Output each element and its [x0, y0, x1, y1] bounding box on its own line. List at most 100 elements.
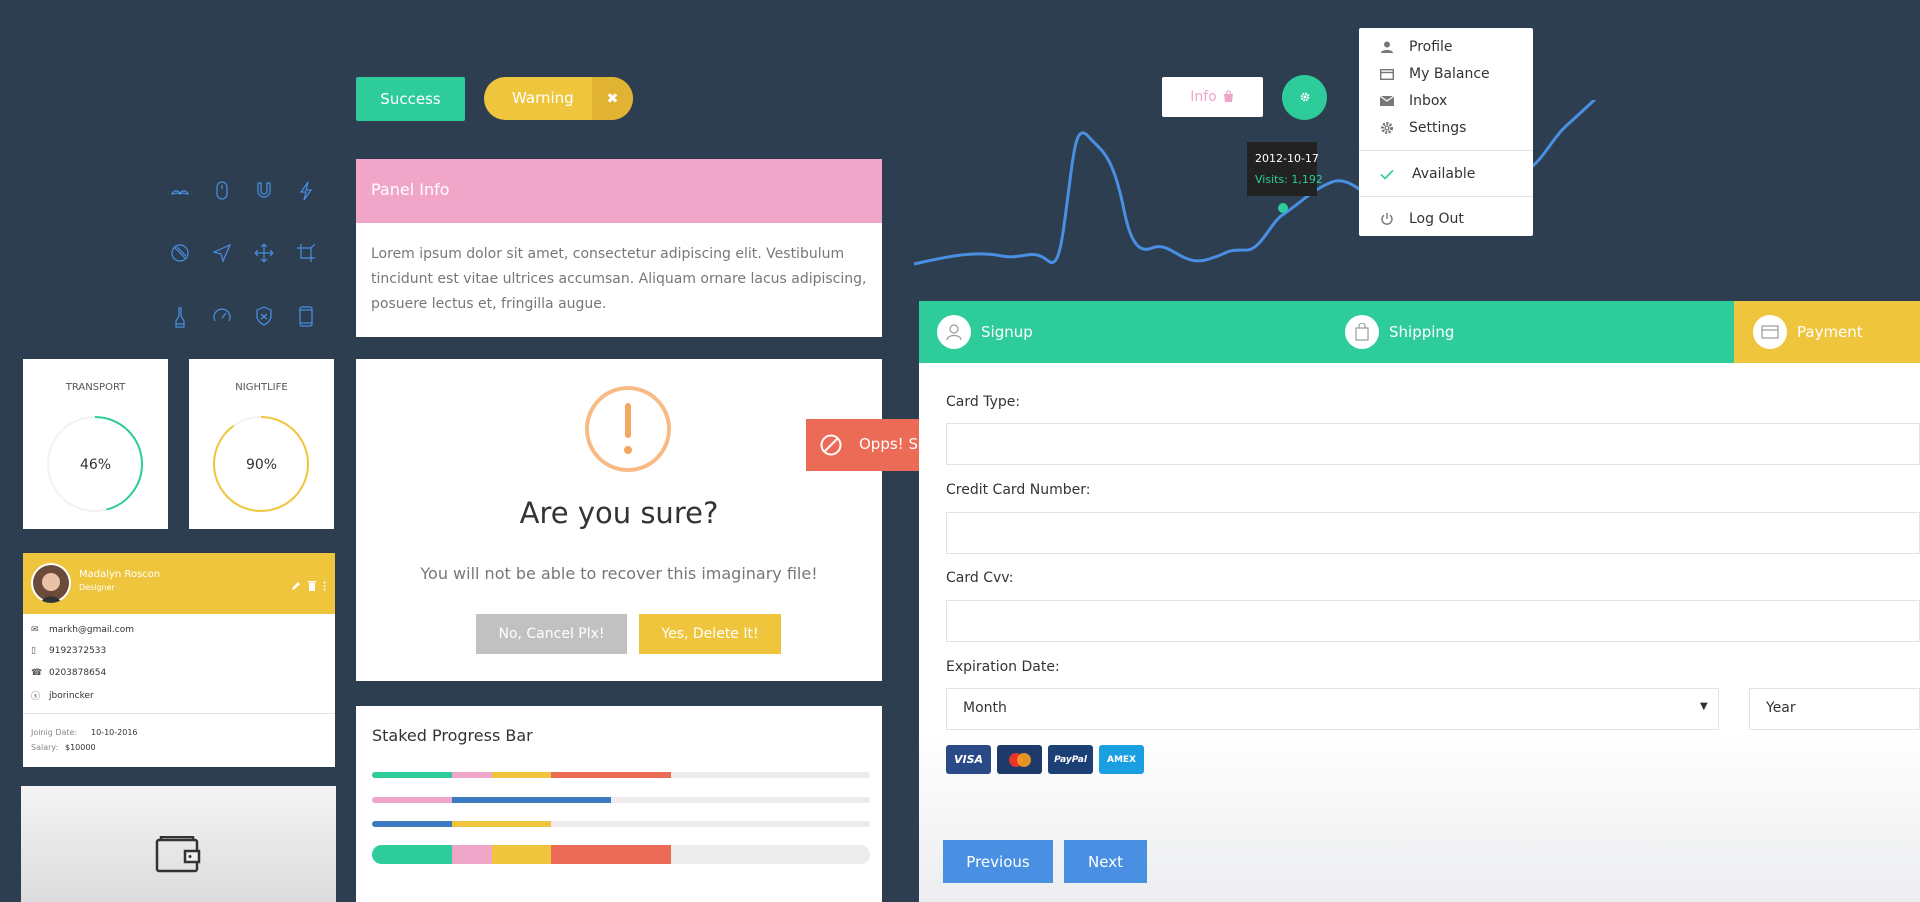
warning-label: Warning [512, 89, 574, 107]
profile-phone: 0203878654 [49, 668, 107, 678]
progress-segment [551, 845, 671, 864]
visits-point-2012-10-17[interactable] [1278, 203, 1288, 213]
tablet-icon[interactable] [296, 306, 316, 328]
profile-header: Madalyn Roscon Designer [23, 553, 335, 614]
more-icon[interactable] [323, 576, 326, 595]
confirm-title: Are you sure? [519, 496, 719, 530]
step-shipping[interactable]: Shipping [1345, 301, 1454, 363]
step-label: Shipping [1389, 323, 1455, 341]
card-icon [1753, 315, 1787, 349]
profile-role: Designer [79, 583, 115, 592]
menu-item-logout[interactable]: Log Out [1359, 206, 1533, 232]
progress-segment [372, 845, 452, 864]
salary-value: $10000 [65, 743, 96, 752]
card-cvv-input[interactable] [946, 600, 1920, 642]
menu-item-settings[interactable]: Settings [1359, 115, 1533, 141]
card-number-input[interactable] [946, 512, 1920, 554]
confirm-delete-button[interactable]: Yes, Delete It! [639, 614, 781, 654]
amex-card-icon: AMEX [1099, 745, 1144, 774]
magnet-icon[interactable] [254, 180, 274, 202]
shield-icon[interactable] [254, 306, 274, 326]
prohibited-icon[interactable] [170, 243, 190, 263]
prohibited-icon [819, 433, 843, 461]
progress-bar-3 [372, 821, 870, 827]
accepted-cards: VISA PayPal AMEX [946, 745, 1166, 774]
progress-segment [451, 772, 492, 778]
tooltip-date: 2012-10-17 [1255, 152, 1319, 165]
menu-label: Profile [1409, 39, 1453, 55]
mustache-icon[interactable] [170, 182, 190, 202]
year-select-value: Year [1766, 700, 1796, 716]
menu-item-inbox[interactable]: Inbox [1359, 88, 1533, 114]
lightning-icon[interactable] [296, 180, 316, 202]
mobile-icon: ▯ [31, 646, 36, 656]
menu-item-available[interactable]: Available [1359, 161, 1533, 187]
speedometer-icon[interactable] [212, 306, 232, 326]
wallet-icon [155, 835, 201, 878]
user-icon [1379, 39, 1395, 55]
step-payment[interactable]: Payment [1753, 301, 1863, 363]
warning-close-icon[interactable]: ✖ [592, 77, 633, 120]
menu-item-balance[interactable]: My Balance [1359, 61, 1533, 87]
power-icon [1379, 211, 1395, 227]
gauge-nightlife: NIGHTLIFE 90% [189, 359, 334, 529]
progress-bar-1 [372, 772, 870, 778]
wallet-card [21, 786, 336, 902]
card-type-select[interactable] [946, 423, 1920, 465]
progress-segment [372, 821, 452, 827]
pipette-icon[interactable] [170, 306, 190, 328]
mastercard-card-icon [997, 745, 1042, 774]
crop-icon[interactable] [296, 243, 316, 263]
menu-label: Log Out [1409, 211, 1464, 227]
success-button[interactable]: Success [356, 77, 465, 121]
menu-item-profile[interactable]: Profile [1359, 34, 1533, 60]
joining-value: 10-10-2016 [91, 728, 138, 737]
cancel-button[interactable]: No, Cancel Plx! [476, 614, 627, 654]
mouse-icon[interactable] [212, 180, 232, 202]
icon-grid [168, 178, 328, 338]
gauge-label: NIGHTLIFE [235, 382, 288, 393]
gauge-value: 90% [245, 457, 278, 473]
user-icon [937, 315, 971, 349]
progress-card: Staked Progress Bar [356, 706, 882, 902]
skype-icon: ⓢ [31, 692, 41, 702]
edit-icon[interactable] [291, 576, 301, 595]
card-type-label: Card Type: [946, 394, 1021, 410]
profile-phone-row: ☎ 0203878654 [31, 668, 106, 678]
previous-button[interactable]: Previous [943, 840, 1053, 883]
user-dropdown-menu: Profile My Balance Inbox Settings Availa… [1359, 28, 1533, 236]
profile-mobile: 9192372533 [49, 646, 107, 656]
profile-name: Madalyn Roscon [79, 569, 161, 580]
menu-divider [1359, 196, 1533, 197]
expiration-label: Expiration Date: [946, 659, 1060, 675]
profile-mobile-row: ▯ 9192372533 [31, 646, 106, 656]
month-select-value: Month [963, 700, 1007, 716]
month-select[interactable]: Month ▼ [946, 688, 1719, 730]
profile-email-row: ✉ markh@gmail.com [31, 625, 134, 635]
confirm-dialog: Are you sure? You will not be able to re… [356, 359, 882, 681]
progress-segment [491, 845, 552, 864]
step-label: Signup [981, 323, 1033, 341]
menu-label: Inbox [1409, 93, 1448, 109]
phone-icon: ☎ [31, 668, 43, 678]
chart-tooltip: 2012-10-17 Visits: 1,192 [1247, 142, 1323, 196]
trash-icon[interactable] [308, 576, 316, 595]
year-select[interactable]: Year [1749, 688, 1920, 730]
panel-info: Panel Info Lorem ipsum dolor sit amet, c… [356, 159, 882, 337]
warning-button[interactable]: Warning ✖ [484, 77, 633, 120]
step-signup[interactable]: Signup [937, 301, 1033, 363]
menu-label: My Balance [1409, 66, 1490, 82]
navigation-icon[interactable] [212, 243, 232, 263]
paypal-card-icon: PayPal [1048, 745, 1093, 774]
panel-info-header: Panel Info [356, 159, 882, 223]
move-icon[interactable] [254, 243, 274, 263]
progress-segment [451, 845, 492, 864]
panel-info-title: Panel Info [371, 180, 450, 199]
profile-card: Madalyn Roscon Designer ✉ markh@gmail.com… [23, 553, 335, 767]
gauge-label: TRANSPORT [65, 382, 126, 393]
envelope-icon: ✉ [31, 625, 39, 635]
progress-segment [451, 821, 552, 827]
tooltip-visits: Visits: 1,192 [1255, 173, 1323, 186]
next-button[interactable]: Next [1064, 840, 1147, 883]
warning-circle-icon [584, 385, 672, 477]
